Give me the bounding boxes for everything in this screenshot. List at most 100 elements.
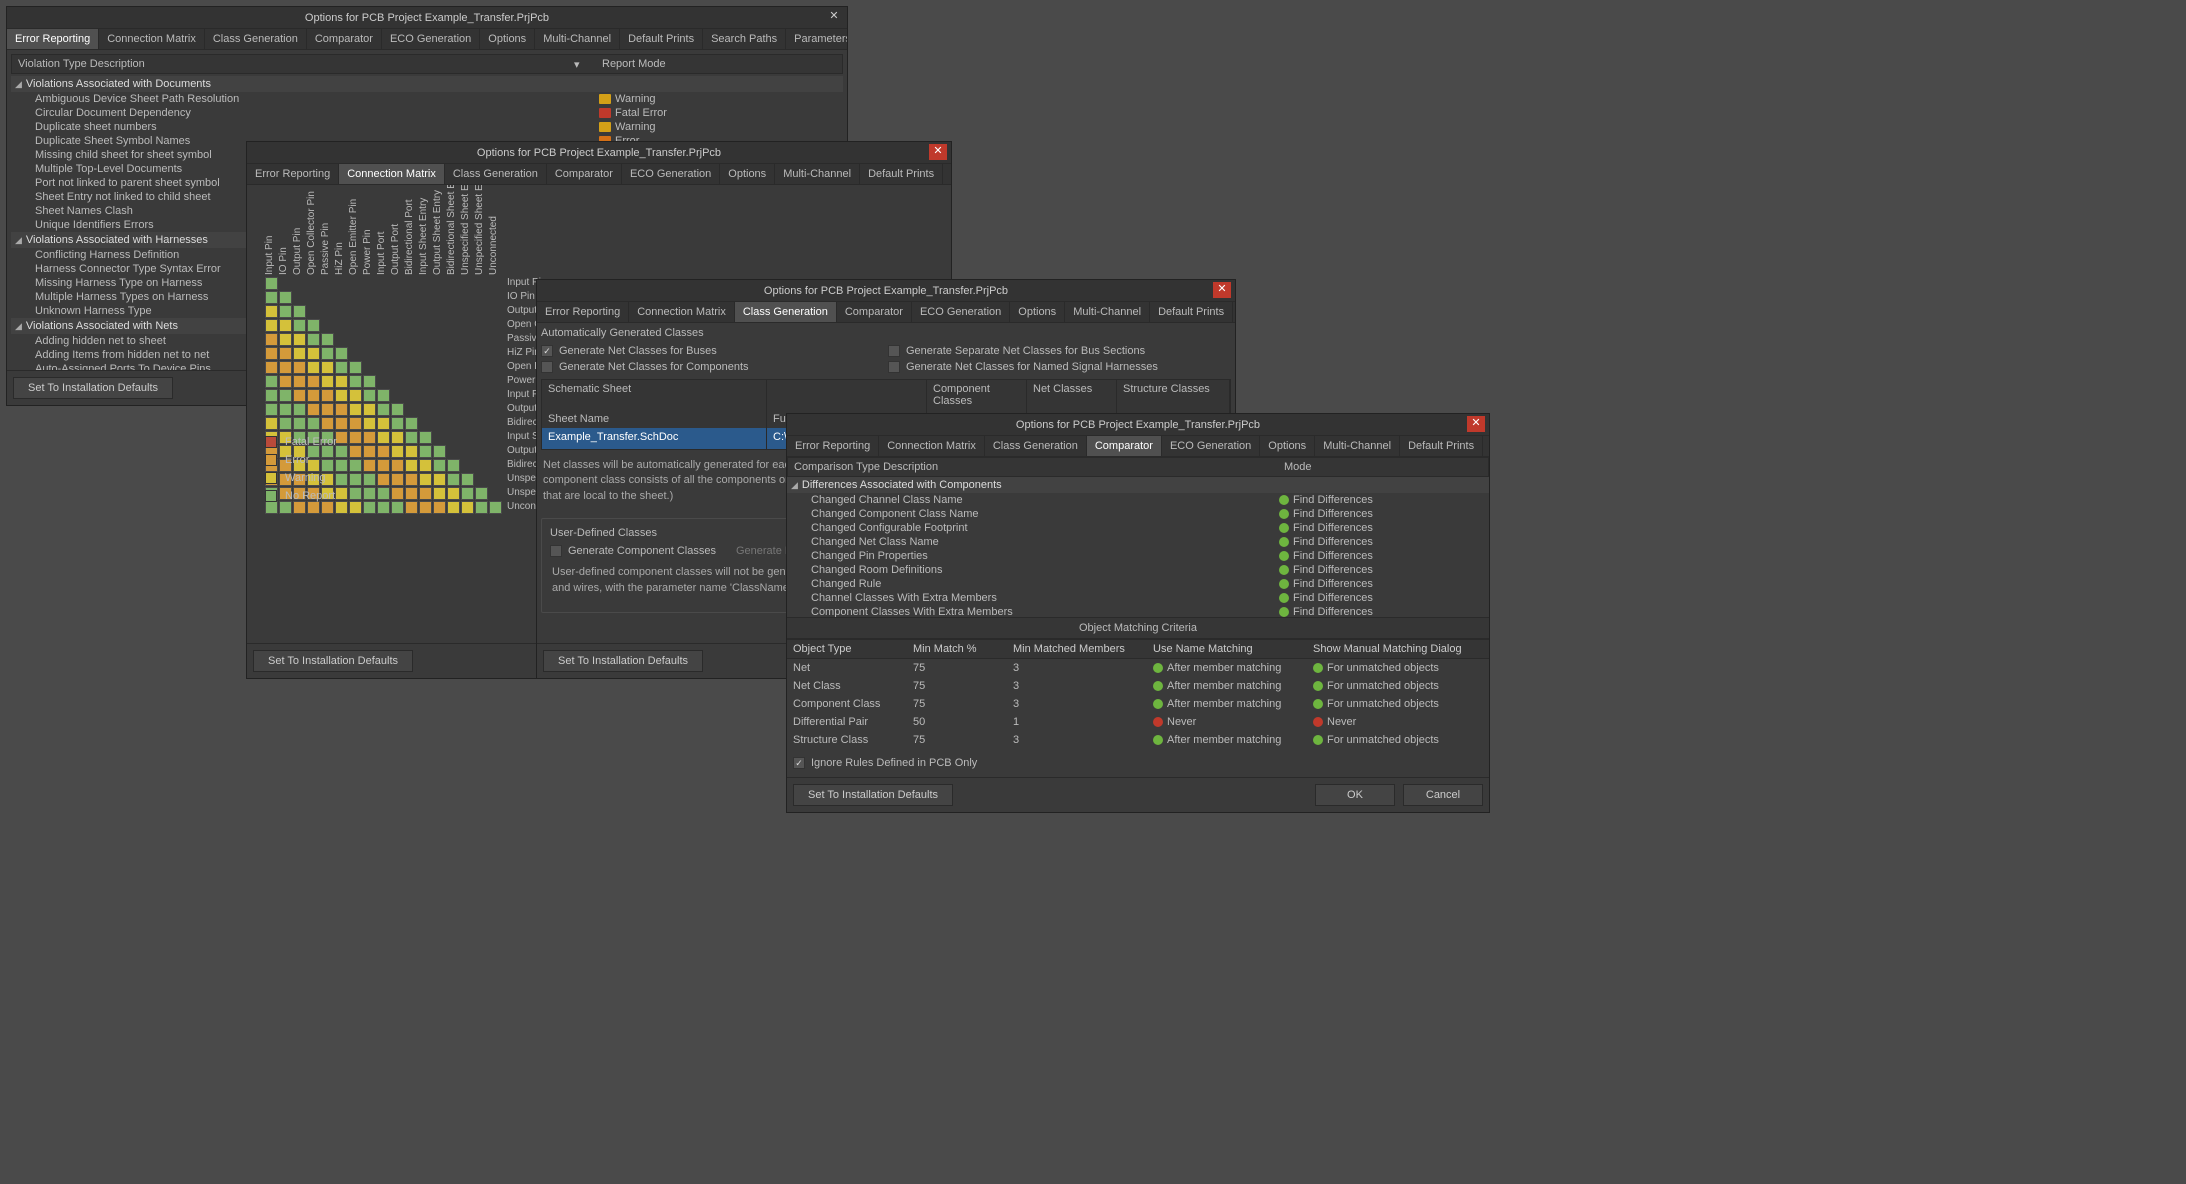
tab-connection-matrix[interactable]: Connection Matrix [339,164,445,184]
matrix-cell[interactable] [377,417,390,430]
matrix-cell[interactable] [419,501,432,514]
matrix-cell[interactable] [363,375,376,388]
matrix-cell[interactable] [321,347,334,360]
matrix-cell[interactable] [335,361,348,374]
matrix-cell[interactable] [405,445,418,458]
matrix-cell[interactable] [349,375,362,388]
matrix-cell[interactable] [307,333,320,346]
matrix-cell[interactable] [391,459,404,472]
matrix-cell[interactable] [349,473,362,486]
matrix-cell[interactable] [279,361,292,374]
matrix-cell[interactable] [279,291,292,304]
cb-buses[interactable]: ✓Generate Net Classes for Buses [541,345,884,357]
set-defaults-button[interactable]: Set To Installation Defaults [253,650,413,672]
cb-components[interactable]: Generate Net Classes for Components [541,361,884,373]
tab-default-prints[interactable]: Default Prints [1150,302,1233,322]
matrix-cell[interactable] [433,473,446,486]
matrix-cell[interactable] [447,473,460,486]
tab-class-generation[interactable]: Class Generation [205,29,307,49]
matrix-cell[interactable] [391,417,404,430]
tab-eco-generation[interactable]: ECO Generation [622,164,720,184]
matrix-cell[interactable] [293,319,306,332]
tree-item[interactable]: Component Classes With Extra MembersFind… [787,605,1489,617]
matrix-cell[interactable] [419,445,432,458]
matrix-cell[interactable] [405,473,418,486]
tree-item[interactable]: Changed Channel Class NameFind Differenc… [787,493,1489,507]
cb-named-harness[interactable]: Generate Net Classes for Named Signal Ha… [888,361,1231,373]
table-row[interactable]: Net753After member matchingFor unmatched… [787,659,1489,677]
matrix-cell[interactable] [349,403,362,416]
matrix-cell[interactable] [293,361,306,374]
matrix-cell[interactable] [377,487,390,500]
matrix-cell[interactable] [447,501,460,514]
matrix-cell[interactable] [405,459,418,472]
comparison-tree[interactable]: ◢Differences Associated with Components … [787,477,1489,617]
cancel-button[interactable]: Cancel [1403,784,1483,806]
matrix-cell[interactable] [363,445,376,458]
tab-search-paths[interactable]: Search Paths [1233,302,1235,322]
tab-parameters[interactable]: Parameters [786,29,847,49]
matrix-cell[interactable] [475,501,488,514]
matrix-cell[interactable] [405,487,418,500]
matrix-cell[interactable] [293,305,306,318]
matrix-cell[interactable] [279,305,292,318]
matrix-cell[interactable] [377,403,390,416]
tree-item[interactable]: Ambiguous Device Sheet Path ResolutionWa… [11,92,843,106]
matrix-cell[interactable] [265,319,278,332]
matrix-cell[interactable] [349,459,362,472]
cb-bus-sections[interactable]: Generate Separate Net Classes for Bus Se… [888,345,1231,357]
matrix-cell[interactable] [265,347,278,360]
matrix-cell[interactable] [391,487,404,500]
matrix-cell[interactable] [461,473,474,486]
tab-error-reporting[interactable]: Error Reporting [7,29,99,49]
tab-search-paths[interactable]: Search Paths [943,164,951,184]
close-icon[interactable]: ✕ [825,9,843,25]
tab-comparator[interactable]: Comparator [547,164,622,184]
set-defaults-button[interactable]: Set To Installation Defaults [543,650,703,672]
matrix-cell[interactable] [321,361,334,374]
matrix-cell[interactable] [405,431,418,444]
matrix-cell[interactable] [391,473,404,486]
matrix-cell[interactable] [475,487,488,500]
matrix-cell[interactable] [363,389,376,402]
matrix-cell[interactable] [307,375,320,388]
matrix-cell[interactable] [433,445,446,458]
matrix-cell[interactable] [321,333,334,346]
matrix-cell[interactable] [363,487,376,500]
matrix-cell[interactable] [321,375,334,388]
matrix-cell[interactable] [391,403,404,416]
matrix-cell[interactable] [349,501,362,514]
tab-multi-channel[interactable]: Multi-Channel [1065,302,1150,322]
matrix-cell[interactable] [363,501,376,514]
matrix-cell[interactable] [377,389,390,402]
matrix-cell[interactable] [433,501,446,514]
matrix-cell[interactable] [307,361,320,374]
matrix-cell[interactable] [377,431,390,444]
tab-comparator[interactable]: Comparator [307,29,382,49]
matrix-cell[interactable] [349,487,362,500]
tab-error-reporting[interactable]: Error Reporting [247,164,339,184]
matrix-cell[interactable] [265,333,278,346]
matrix-cell[interactable] [307,347,320,360]
matrix-cell[interactable] [419,473,432,486]
matrix-cell[interactable] [307,319,320,332]
tab-class-generation[interactable]: Class Generation [445,164,547,184]
tab-class-generation[interactable]: Class Generation [735,302,837,322]
ok-button[interactable]: OK [1315,784,1395,806]
matrix-cell[interactable] [335,389,348,402]
tree-item[interactable]: Changed Pin PropertiesFind Differences [787,549,1489,563]
matrix-cell[interactable] [363,431,376,444]
tab-search-paths[interactable]: Search Paths [703,29,786,49]
matrix-cell[interactable] [335,347,348,360]
tree-group[interactable]: ◢Differences Associated with Components [787,477,1489,493]
matrix-cell[interactable] [391,501,404,514]
matrix-cell[interactable] [489,501,502,514]
table-row[interactable]: Differential Pair501NeverNever [787,713,1489,731]
matrix-cell[interactable] [405,417,418,430]
matrix-cell[interactable] [433,459,446,472]
matrix-cell[interactable] [265,277,278,290]
matrix-cell[interactable] [293,375,306,388]
tab-search-paths[interactable]: Search Paths [1483,436,1489,456]
matrix-cell[interactable] [279,333,292,346]
matrix-cell[interactable] [321,389,334,402]
